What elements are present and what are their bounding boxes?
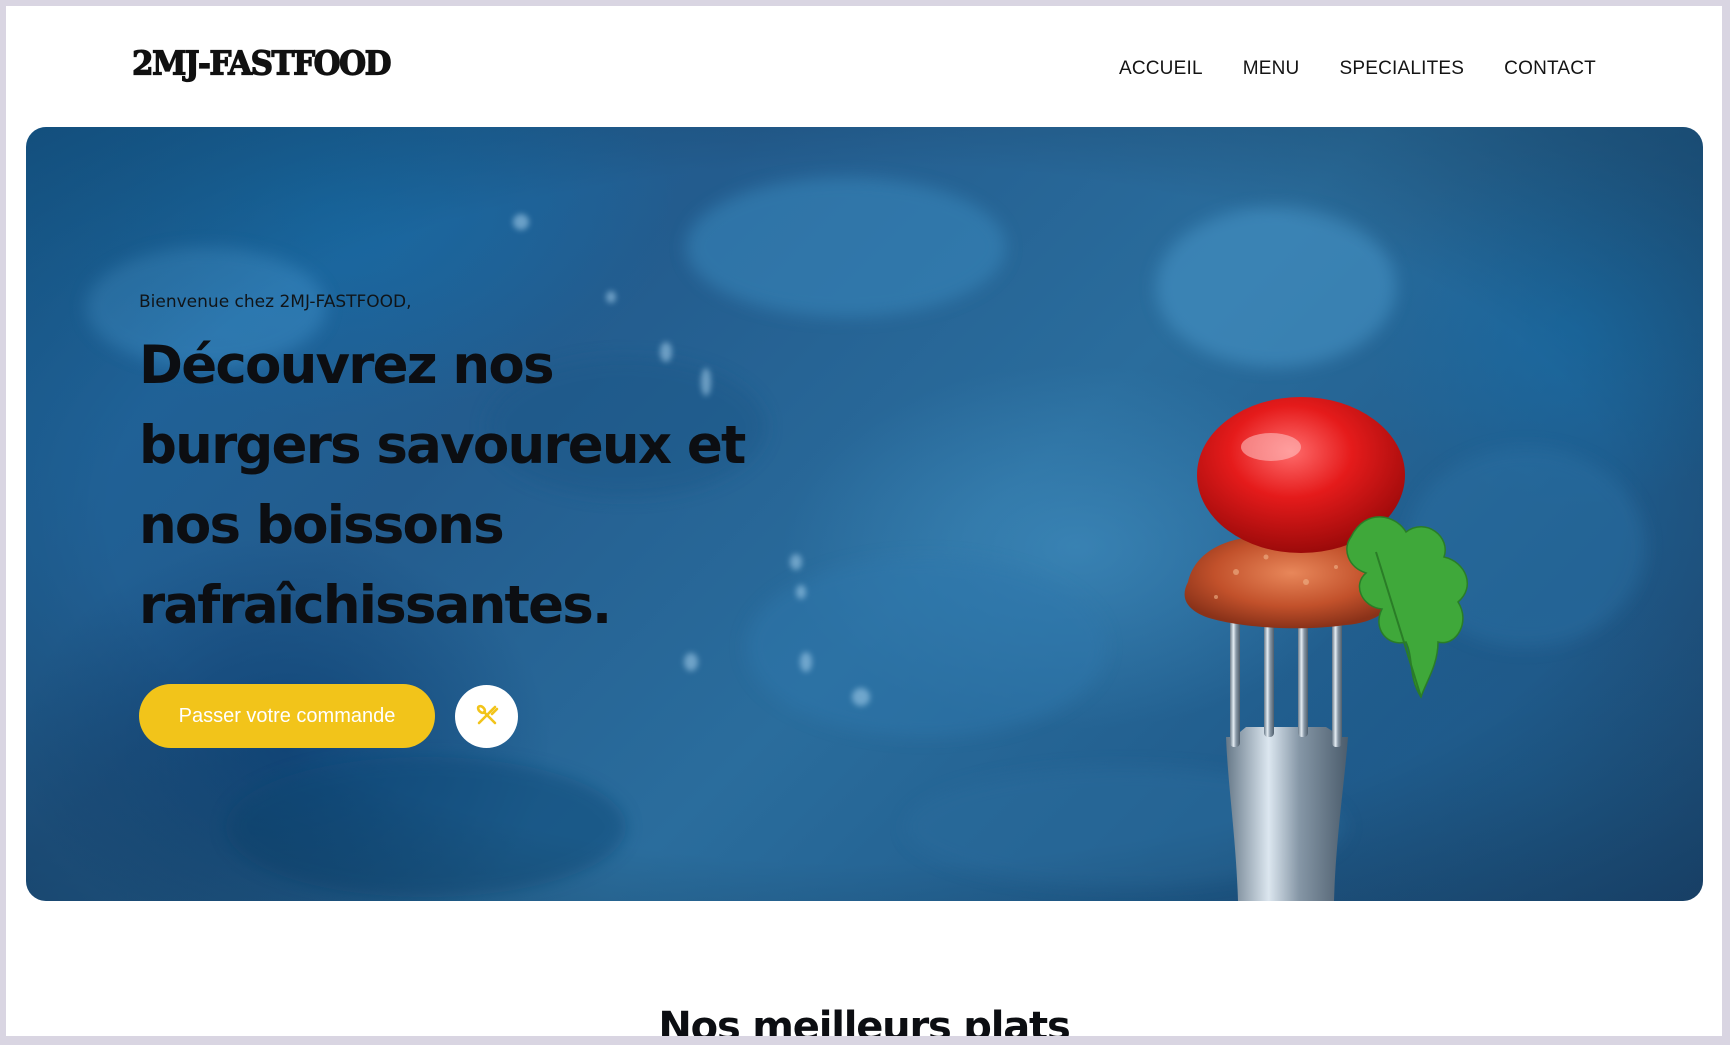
site-logo[interactable]: 2MJ-FASTFOOD xyxy=(131,44,392,83)
nav-item-specialites[interactable]: SPECIALITES xyxy=(1339,58,1464,80)
hero-headline: Découvrez nos burgers savoureux et nos b… xyxy=(139,326,779,646)
main-nav: ACCUEIL MENU SPECIALITES CONTACT xyxy=(1119,58,1596,80)
hero-headline-line: burgers savoureux et xyxy=(139,415,746,476)
hero-headline-line: rafraîchissantes. xyxy=(139,575,612,636)
order-button[interactable]: Passer votre commande xyxy=(139,684,435,748)
nav-item-accueil[interactable]: ACCUEIL xyxy=(1119,58,1203,80)
utensils-cross-icon xyxy=(474,702,500,731)
nav-item-menu[interactable]: MENU xyxy=(1243,58,1300,80)
browser-viewport: 2MJ-FASTFOOD ACCUEIL MENU SPECIALITES CO… xyxy=(6,6,1722,1036)
hero-headline-line: Découvrez nos xyxy=(139,335,555,396)
hero-text-block: Bienvenue chez 2MJ-FASTFOOD, Découvrez n… xyxy=(139,292,779,646)
hero-banner: Bienvenue chez 2MJ-FASTFOOD, Découvrez n… xyxy=(26,127,1703,901)
hero-actions: Passer votre commande xyxy=(139,684,518,748)
site-header: 2MJ-FASTFOOD ACCUEIL MENU SPECIALITES CO… xyxy=(6,6,1722,128)
best-dishes-title: Nos meilleurs plats xyxy=(658,1004,1070,1036)
nav-item-contact[interactable]: CONTACT xyxy=(1504,58,1596,80)
menu-icon-button[interactable] xyxy=(455,684,518,748)
hero-headline-line: nos boissons xyxy=(139,495,505,556)
hero-welcome-text: Bienvenue chez 2MJ-FASTFOOD, xyxy=(139,292,412,312)
hero-food-image xyxy=(1184,397,1469,901)
